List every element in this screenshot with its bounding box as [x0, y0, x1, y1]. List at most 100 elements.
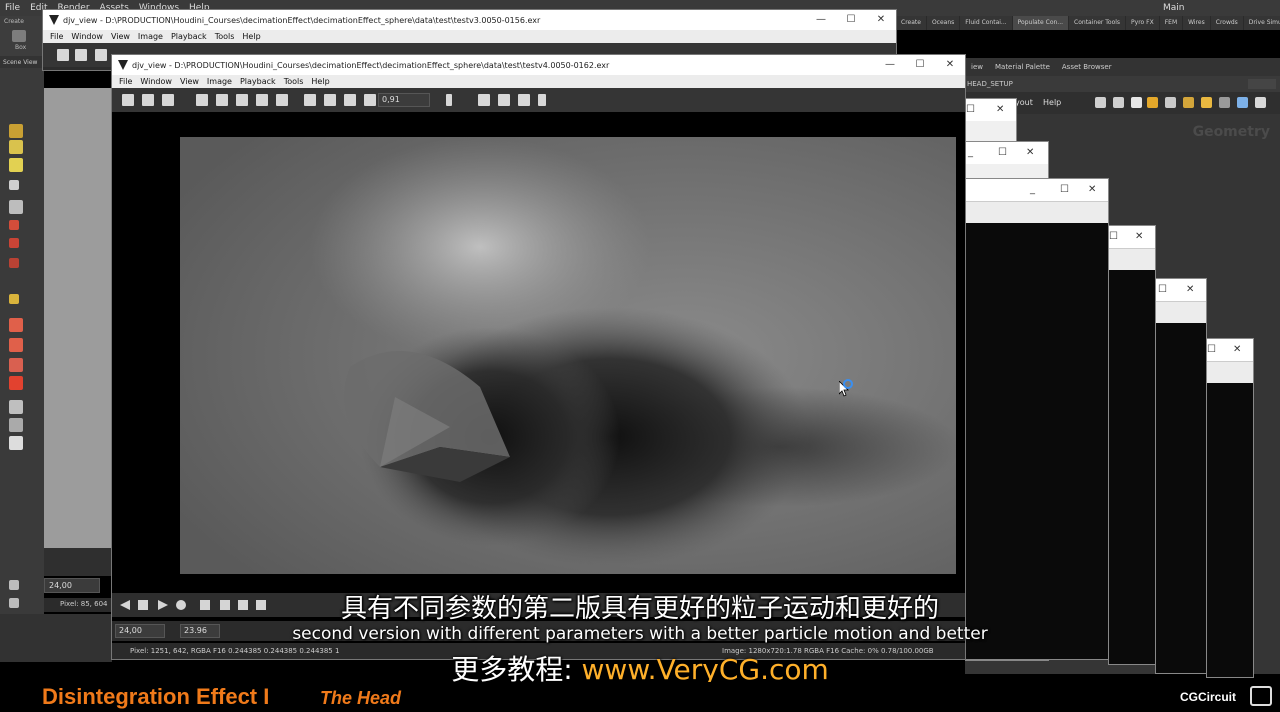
arrow-icon[interactable]	[9, 180, 19, 190]
course-subtitle: The Head	[320, 688, 402, 708]
person-icon[interactable]	[304, 94, 316, 106]
image-viewer[interactable]	[112, 112, 965, 590]
lock-icon[interactable]	[9, 200, 23, 214]
path-dropdown[interactable]	[1248, 79, 1276, 89]
brush-icon[interactable]	[446, 94, 452, 106]
new-window-icon[interactable]	[122, 94, 134, 106]
shelf-tab[interactable]: Fluid Contai...	[960, 16, 1013, 30]
menu-playback[interactable]: Playback	[167, 32, 211, 41]
minimize-icon[interactable]: —	[875, 55, 905, 75]
menu-window[interactable]: Window	[67, 32, 107, 41]
magnet-icon[interactable]	[9, 376, 23, 390]
zoom-field[interactable]: 0,91	[378, 93, 430, 107]
pose-icon[interactable]	[9, 158, 23, 172]
shelf-tab[interactable]: FEM	[1160, 16, 1184, 30]
window-title: djv_view - D:\PRODUCTION\Houdini_Courses…	[132, 60, 610, 70]
tool-red-icon[interactable]	[9, 258, 19, 268]
zoom-reset-icon[interactable]	[236, 94, 248, 106]
menu-file[interactable]: File	[46, 32, 67, 41]
window-title: djv_view - D:\PRODUCTION\Houdini_Courses…	[63, 15, 541, 25]
shape-icon[interactable]	[1201, 97, 1212, 108]
close-icon[interactable]: ✕	[935, 55, 965, 75]
menu-tools[interactable]: Tools	[211, 32, 239, 41]
wrench-icon[interactable]	[1095, 97, 1106, 108]
copy-icon[interactable]	[75, 49, 87, 61]
menu-playback[interactable]: Playback	[236, 77, 280, 86]
shelf-tab[interactable]: Oceans	[927, 16, 961, 30]
left-toolbar	[0, 68, 44, 642]
tool-red-icon[interactable]	[9, 220, 19, 230]
color-picker-icon[interactable]	[498, 94, 510, 106]
shelf-tab[interactable]: Populate Con...	[1012, 16, 1070, 30]
snap-icon[interactable]	[9, 358, 23, 372]
close-file-icon[interactable]	[162, 94, 174, 106]
djv-window-front[interactable]: djv_view - D:\PRODUCTION\Houdini_Courses…	[111, 54, 966, 660]
person-icon[interactable]	[344, 94, 356, 106]
grid-icon[interactable]	[1147, 97, 1158, 108]
shelf-tab[interactable]: Crowds	[1211, 16, 1244, 30]
tab-material-palette[interactable]: Material Palette	[989, 63, 1056, 71]
fit-icon[interactable]	[256, 94, 268, 106]
zoom-out-icon[interactable]	[216, 94, 228, 106]
scene-view-tab[interactable]: Scene View	[0, 56, 44, 68]
note-icon[interactable]	[1131, 97, 1142, 108]
light-icon[interactable]	[9, 418, 23, 432]
fill-icon[interactable]	[276, 94, 288, 106]
network-path[interactable]: HEAD_SETUP	[967, 80, 1013, 88]
maximize-icon[interactable]: ☐	[836, 10, 866, 30]
djv-logo-icon	[118, 60, 128, 70]
camera-icon[interactable]	[9, 400, 23, 414]
snap-icon[interactable]	[9, 338, 23, 352]
select-icon[interactable]	[9, 124, 23, 138]
tab-asset-browser[interactable]: Asset Browser	[1056, 63, 1118, 71]
menu-help-network[interactable]: Help	[1043, 98, 1061, 107]
network-context-label: Geometry	[1192, 124, 1270, 140]
histogram-icon[interactable]	[518, 94, 530, 106]
shelf-tab[interactable]: Drive Simula...	[1244, 16, 1280, 30]
close-file-icon[interactable]	[95, 49, 107, 61]
close-icon[interactable]: ✕	[866, 10, 896, 30]
magnify-icon[interactable]	[478, 94, 490, 106]
menu-layout[interactable]: yout	[1015, 98, 1033, 107]
tree-icon[interactable]	[1219, 97, 1230, 108]
color-icon[interactable]	[1183, 97, 1194, 108]
menu-tools[interactable]: Tools	[280, 77, 308, 86]
person-icon[interactable]	[324, 94, 336, 106]
shelf-create-label: Create	[4, 18, 24, 25]
shelf-tab[interactable]: Create	[896, 16, 927, 30]
desktop-name[interactable]: Main	[1158, 3, 1190, 13]
layout-icon[interactable]	[1165, 97, 1176, 108]
menu-image[interactable]: Image	[134, 32, 167, 41]
info-icon[interactable]	[1255, 97, 1266, 108]
snap-icon[interactable]	[9, 318, 23, 332]
menu-file[interactable]: File	[115, 77, 136, 86]
search-icon[interactable]	[1237, 97, 1248, 108]
window-titlebar[interactable]: djv_view - D:\PRODUCTION\Houdini_Courses…	[112, 55, 965, 75]
tab-view[interactable]: iew	[965, 63, 989, 71]
menu-view[interactable]: View	[107, 32, 134, 41]
menu-view[interactable]: View	[176, 77, 203, 86]
menu-help[interactable]: Help	[307, 77, 333, 86]
scene-viewport[interactable]	[44, 88, 112, 548]
render-icon[interactable]	[9, 436, 23, 450]
tool-red-icon[interactable]	[9, 238, 19, 248]
window-titlebar[interactable]: djv_view - D:\PRODUCTION\Houdini_Courses…	[43, 10, 896, 30]
menu-file[interactable]: File	[0, 3, 25, 13]
shelf-tab[interactable]: Container Tools	[1069, 16, 1127, 30]
copy-icon[interactable]	[142, 94, 154, 106]
tool-yellow-icon[interactable]	[9, 294, 19, 304]
minimize-icon[interactable]: —	[806, 10, 836, 30]
menu-help[interactable]: Help	[238, 32, 264, 41]
shelf-tab[interactable]: Pyro FX	[1126, 16, 1160, 30]
menu-window[interactable]: Window	[136, 77, 176, 86]
maximize-icon[interactable]: ☐	[905, 55, 935, 75]
list-icon[interactable]	[1113, 97, 1124, 108]
person-icon[interactable]	[364, 94, 376, 106]
info-icon[interactable]	[538, 94, 546, 106]
shelf-tab[interactable]: Wires	[1183, 16, 1211, 30]
handle-icon[interactable]	[9, 140, 23, 154]
zoom-in-icon[interactable]	[196, 94, 208, 106]
box-icon[interactable]	[12, 30, 26, 42]
menu-image[interactable]: Image	[203, 77, 236, 86]
new-window-icon[interactable]	[57, 49, 69, 61]
